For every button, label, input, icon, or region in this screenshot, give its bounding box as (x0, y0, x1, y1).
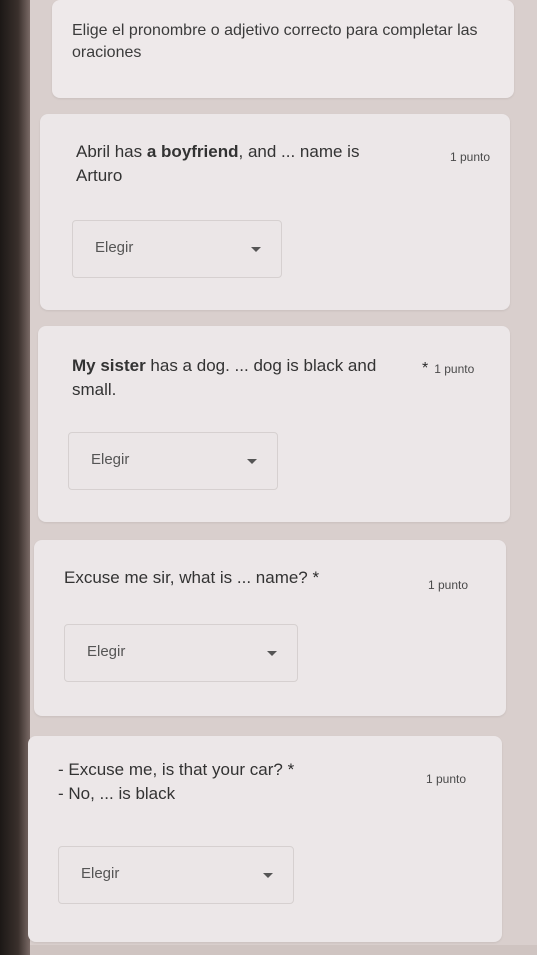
question-1-bold: a boyfriend (146, 142, 239, 161)
required-asterisk-2: * (422, 360, 429, 377)
question-text-1: Abril has a boyfriend, and ... name is A… (76, 140, 376, 188)
dropdown-arrow-icon (267, 651, 277, 656)
points-label-1: 1 punto (450, 150, 491, 164)
form-description: Elige el pronombre o adjetivo correcto p… (72, 22, 478, 61)
answer-dropdown-4[interactable]: Elegir (58, 846, 294, 904)
points-2: 1 punto (434, 362, 475, 376)
required-asterisk-3: * (312, 568, 320, 587)
question-4-line1: - Excuse me, is that your car? (58, 760, 283, 779)
points-label-2: * 1 punto (422, 360, 474, 378)
answer-dropdown-2[interactable]: Elegir (68, 432, 278, 490)
next-card-edge (30, 945, 537, 955)
dropdown-placeholder-4: Elegir (81, 865, 120, 882)
points-label-4: 1 punto (426, 772, 467, 786)
dropdown-arrow-icon (247, 459, 257, 464)
question-card-1: Abril has a boyfriend, and ... name is A… (40, 114, 510, 310)
question-text-4: - Excuse me, is that your car? * - No, .… (58, 758, 388, 806)
question-3-text: Excuse me sir, what is ... name? (64, 568, 308, 587)
question-1-pre: Abril has (76, 142, 147, 161)
dropdown-placeholder-3: Elegir (87, 643, 126, 660)
dropdown-arrow-icon (251, 247, 261, 252)
required-asterisk-4: * (287, 760, 295, 779)
dropdown-placeholder-2: Elegir (91, 451, 130, 468)
form-description-card: Elige el pronombre o adjetivo correcto p… (52, 0, 514, 98)
question-2-bold: My sister (72, 356, 146, 375)
question-text-2: My sister has a dog. ... dog is black an… (72, 354, 412, 402)
question-card-3: Excuse me sir, what is ... name? * 1 pun… (34, 540, 506, 716)
question-card-4: - Excuse me, is that your car? * - No, .… (28, 736, 502, 942)
answer-dropdown-1[interactable]: Elegir (72, 220, 282, 278)
question-text-3: Excuse me sir, what is ... name? * (64, 566, 319, 590)
question-card-2: My sister has a dog. ... dog is black an… (38, 326, 510, 522)
device-bezel (0, 0, 30, 955)
dropdown-arrow-icon (263, 873, 273, 878)
dropdown-placeholder-1: Elegir (95, 239, 134, 256)
question-4-line2: - No, ... is black (58, 784, 176, 803)
answer-dropdown-3[interactable]: Elegir (64, 624, 298, 682)
points-label-3: 1 punto (428, 578, 469, 592)
